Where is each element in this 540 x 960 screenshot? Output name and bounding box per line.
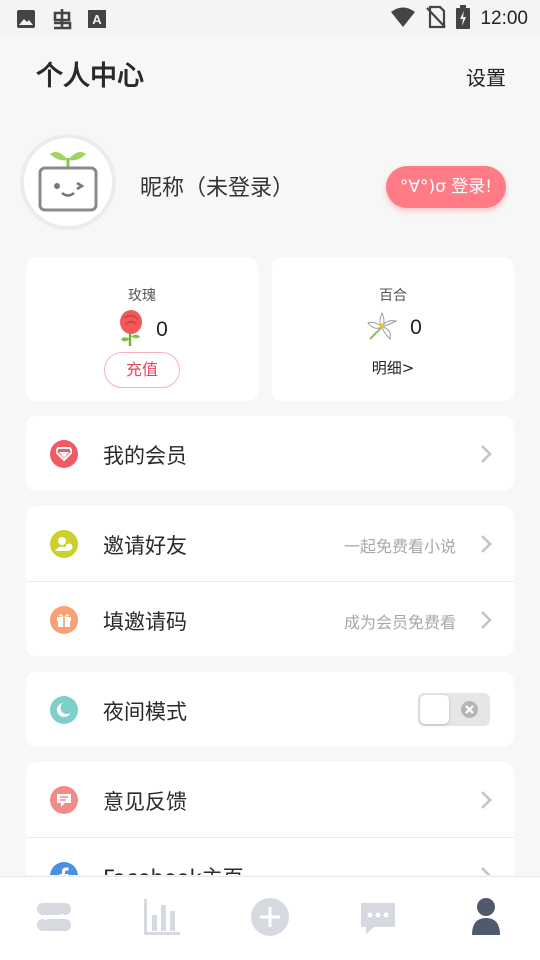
toggle-knob <box>420 695 449 724</box>
menu-item-invite[interactable]: 邀请好友 一起免费看小说 <box>26 506 514 581</box>
header: 个人中心 设置 <box>0 36 540 114</box>
page-title: 个人中心 <box>36 61 144 92</box>
lily-label: 百合 <box>379 288 407 304</box>
lily-icon <box>364 309 400 347</box>
facebook-icon <box>50 862 78 875</box>
chat-icon <box>361 903 395 934</box>
menu-hint-invite: 一起免费看小说 <box>343 537 456 556</box>
tab-profile[interactable] <box>466 897 506 937</box>
user-add-icon <box>50 530 78 558</box>
menu-item-feedback[interactable]: 意见反馈 <box>26 762 514 837</box>
tab-create[interactable] <box>250 897 290 937</box>
menu-label-feedback: 意见反馈 <box>103 790 187 814</box>
menu-hint-invite-code: 成为会员免费看 <box>343 613 456 632</box>
bar-chart-icon <box>144 899 180 935</box>
menu-label-night-mode: 夜间模式 <box>103 700 187 724</box>
menu-label-invite-code: 填邀请码 <box>103 610 187 634</box>
sprout-face-icon <box>38 152 98 212</box>
status-time: 12:00 <box>480 8 528 29</box>
bug-icon <box>50 7 74 35</box>
chevron-right-icon <box>481 445 492 463</box>
font-icon: A <box>88 10 106 32</box>
lily-count: 0 <box>410 316 422 339</box>
battery-charging-icon <box>456 5 471 33</box>
rose-count: 0 <box>156 318 168 341</box>
chevron-right-icon <box>481 611 492 629</box>
menu-group-member: 我的会员 <box>26 416 514 491</box>
profile-section: 昵称（未登录） °∀°)σ 登录! <box>0 124 540 244</box>
recharge-button[interactable]: 充值 <box>104 352 180 388</box>
settings-button[interactable]: 设置 <box>466 62 506 91</box>
tab-ranking[interactable] <box>142 897 182 937</box>
gift-icon <box>50 606 78 634</box>
close-icon <box>461 701 478 718</box>
menu-label-facebook: Facebook主页 <box>103 862 244 875</box>
chevron-right-icon <box>481 535 492 553</box>
details-link[interactable]: 明细> <box>272 357 514 378</box>
message-icon <box>50 786 78 814</box>
tab-messages[interactable] <box>358 897 398 937</box>
svg-text:A: A <box>92 12 102 27</box>
nickname: 昵称（未登录） <box>140 176 295 201</box>
rose-label: 玫瑰 <box>128 288 156 304</box>
rose-icon <box>116 309 146 351</box>
tab-bookshelf[interactable] <box>34 897 74 937</box>
plus-circle-icon <box>251 898 289 936</box>
moon-icon <box>50 696 78 724</box>
menu-item-member[interactable]: 我的会员 <box>26 416 514 491</box>
bottom-tab-bar <box>0 876 540 960</box>
menu-group-feedback: 意见反馈 Facebook主页 <box>26 762 514 875</box>
menu-item-invite-code[interactable]: 填邀请码 成为会员免费看 <box>26 581 514 656</box>
menu-group-night: 夜间模式 <box>26 672 514 747</box>
status-bar: A 12:00 <box>0 0 540 36</box>
avatar[interactable] <box>20 134 116 230</box>
person-icon <box>472 898 500 935</box>
wifi-icon <box>390 6 416 32</box>
menu-label-member: 我的会员 <box>103 444 187 468</box>
chevron-right-icon <box>481 867 491 875</box>
night-mode-toggle[interactable] <box>418 693 490 726</box>
chevron-right-icon <box>481 791 492 809</box>
bookshelf-icon <box>37 903 71 931</box>
menu-label-invite: 邀请好友 <box>103 534 187 558</box>
no-sim-icon <box>426 5 447 33</box>
menu-group-invite: 邀请好友 一起免费看小说 填邀请码 成为会员免费看 <box>26 506 514 656</box>
image-icon <box>16 9 36 33</box>
rose-card: 玫瑰 0 充值 <box>26 257 258 401</box>
diamond-icon <box>50 440 78 468</box>
menu-item-facebook[interactable]: Facebook主页 <box>26 837 514 875</box>
login-button[interactable]: °∀°)σ 登录! <box>386 166 506 208</box>
menu-item-night-mode: 夜间模式 <box>26 672 514 747</box>
lily-card: 百合 0 明细> <box>272 257 514 401</box>
